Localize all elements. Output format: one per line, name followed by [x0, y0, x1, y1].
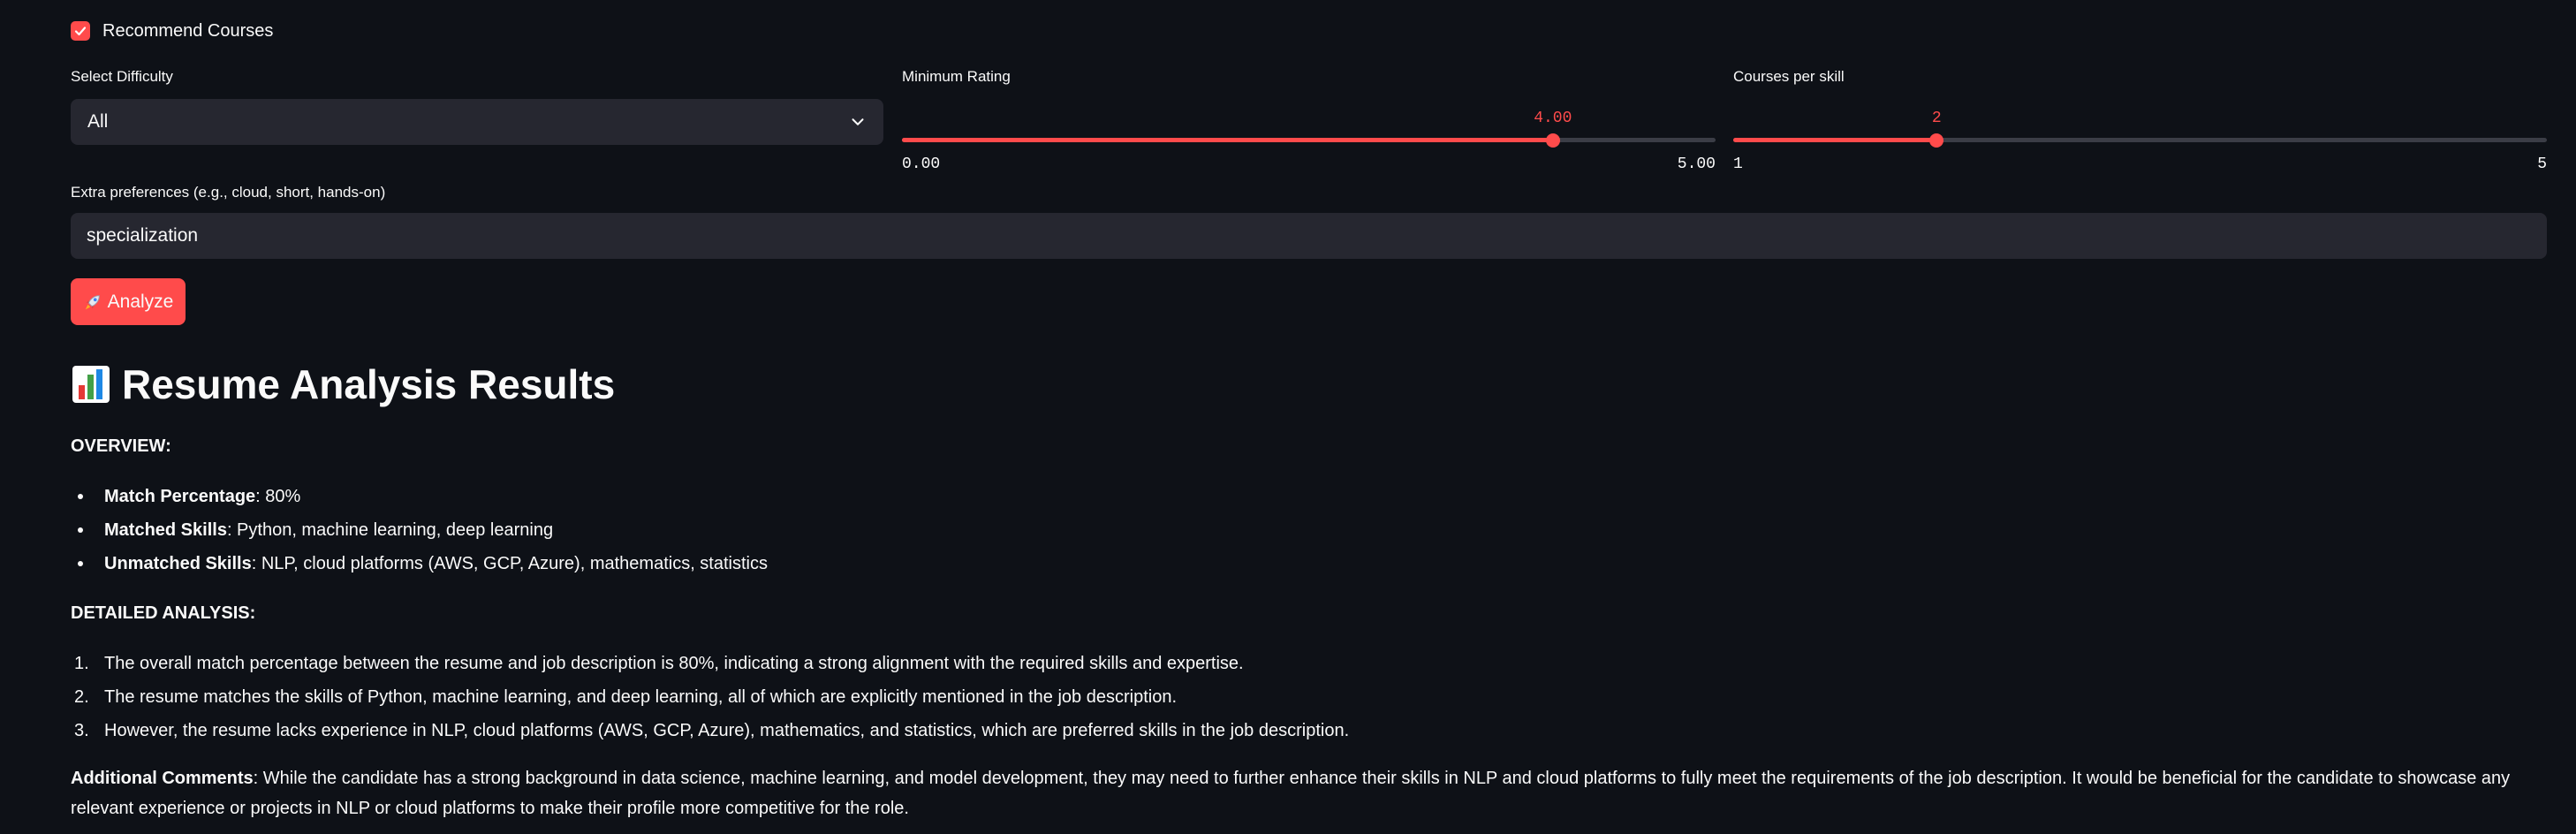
results-title: Resume Analysis Results: [71, 360, 615, 408]
list-item: Matched Skills: Python, machine learning…: [71, 513, 768, 547]
min-rating-fill: [902, 138, 1553, 142]
detailed-list: 1. The overall match percentage between t…: [71, 647, 1349, 747]
preferences-label: Extra preferences (e.g., cloud, short, h…: [71, 184, 386, 201]
difficulty-select[interactable]: All: [71, 99, 883, 145]
min-rating-value: 4.00: [1534, 110, 1572, 127]
min-rating-label: Minimum Rating: [902, 68, 1011, 85]
min-rating-slider[interactable]: 4.00 0.00 5.00: [902, 87, 1716, 173]
preferences-input[interactable]: [71, 213, 2547, 259]
courses-per-skill-slider[interactable]: 2 1 5: [1733, 87, 2547, 173]
recommend-courses-checkbox[interactable]: [71, 21, 90, 41]
min-rating-min-label: 0.00: [902, 155, 941, 173]
difficulty-label: Select Difficulty: [71, 68, 173, 85]
overview-value: : Python, machine learning, deep learnin…: [226, 520, 554, 540]
additional-comments: Additional Comments: While the candidate…: [71, 763, 2544, 823]
min-rating-thumb[interactable]: [1545, 133, 1560, 148]
courses-per-skill-thumb[interactable]: [1929, 133, 1944, 148]
min-rating-max-label: 5.00: [1677, 155, 1716, 173]
courses-per-skill-track[interactable]: [1733, 138, 2547, 142]
min-rating-column: Minimum Rating 4.00 0.00 5.00: [902, 67, 1716, 173]
list-number: 2.: [74, 687, 89, 707]
courses-per-skill-value: 2: [1931, 110, 1942, 127]
comments-text: : While the candidate has a strong backg…: [71, 769, 2511, 818]
analyze-button[interactable]: Analyze: [71, 278, 186, 325]
overview-key: Unmatched Skills: [104, 554, 252, 573]
min-rating-track[interactable]: [902, 138, 1716, 142]
detailed-heading: DETAILED ANALYSIS:: [71, 603, 256, 623]
detail-text: However, the resume lacks experience in …: [104, 721, 1350, 740]
overview-list: Match Percentage: 80% Matched Skills: Py…: [71, 480, 768, 580]
comments-key: Additional Comments: [71, 769, 254, 788]
overview-key: Matched Skills: [104, 520, 227, 540]
difficulty-select-value: All: [87, 111, 109, 132]
list-item: 3. However, the resume lacks experience i…: [71, 714, 1349, 747]
checkmark-icon: [74, 27, 87, 36]
list-item: Unmatched Skills: NLP, cloud platforms (…: [71, 547, 768, 580]
detail-text: The resume matches the skills of Python,…: [104, 687, 1177, 707]
list-item: Match Percentage: 80%: [71, 480, 768, 513]
list-number: 3.: [74, 721, 89, 740]
app-page: Recommend Courses Select Difficulty All …: [0, 0, 2576, 834]
list-number: 1.: [74, 654, 89, 673]
overview-heading: OVERVIEW:: [71, 436, 171, 456]
courses-per-skill-min-label: 1: [1733, 155, 1743, 173]
courses-per-skill-column: Courses per skill 2 1 5: [1733, 67, 2547, 173]
overview-value: : NLP, cloud platforms (AWS, GCP, Azure)…: [251, 554, 768, 573]
bar-chart-icon: [72, 366, 110, 403]
recommend-courses-checkbox-row[interactable]: Recommend Courses: [71, 18, 273, 44]
difficulty-column: Select Difficulty All: [71, 67, 883, 145]
list-item: 1. The overall match percentage between t…: [71, 647, 1349, 680]
chevron-down-icon: [852, 118, 864, 125]
analyze-button-label: Analyze: [107, 291, 174, 312]
list-item: 2. The resume matches the skills of Pytho…: [71, 680, 1349, 714]
rocket-icon: [85, 294, 100, 309]
courses-per-skill-max-label: 5: [2537, 155, 2547, 173]
detail-text: The overall match percentage between the…: [104, 654, 1244, 673]
courses-per-skill-label: Courses per skill: [1733, 68, 1845, 85]
results-title-text: Resume Analysis Results: [122, 361, 616, 407]
overview-key: Match Percentage: [104, 487, 256, 506]
courses-per-skill-fill: [1733, 138, 1937, 142]
recommend-courses-label: Recommend Courses: [102, 20, 274, 41]
overview-value: : 80%: [255, 487, 301, 506]
